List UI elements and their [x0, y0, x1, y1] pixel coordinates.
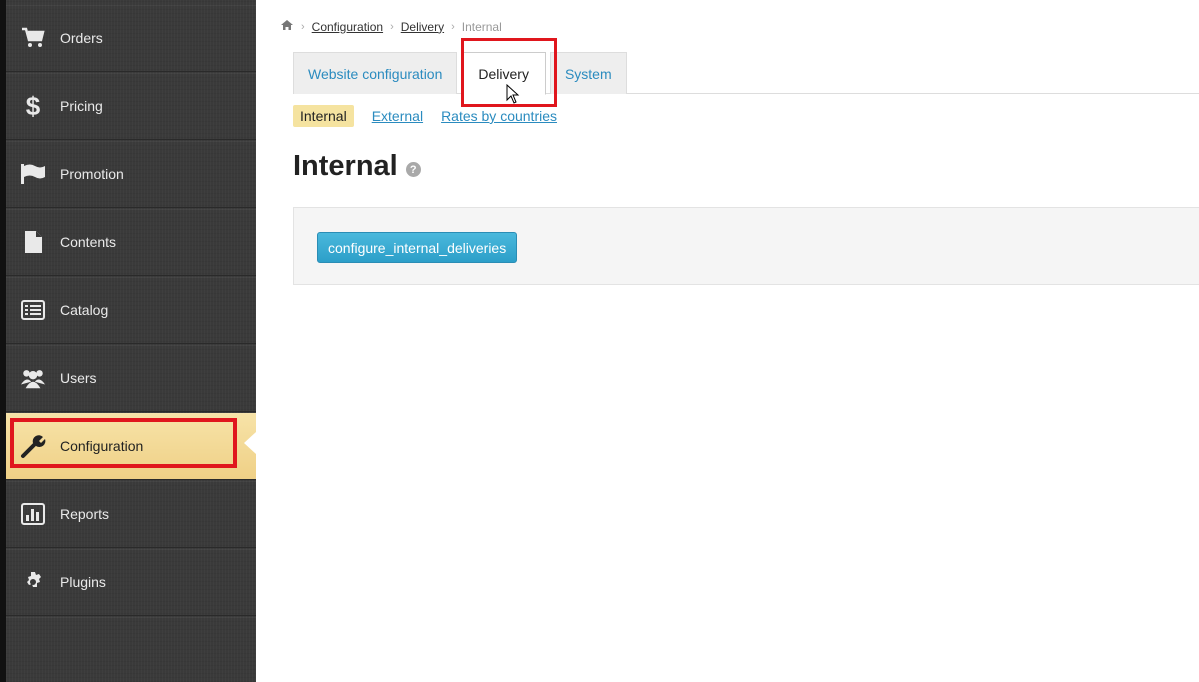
page-title: Internal [293, 150, 398, 182]
configure-internal-deliveries-button[interactable]: configure_internal_deliveries [317, 232, 518, 263]
sidebar-item-label: Promotion [60, 166, 124, 182]
sidebar-item-label: Plugins [60, 574, 106, 590]
gear-icon [20, 569, 46, 595]
sidebar-item-reports[interactable]: Reports [6, 481, 256, 548]
sidebar: Orders $ Pricing Promotion Contents Cata… [0, 0, 256, 682]
subtabs: Internal External Rates by countries [293, 105, 557, 127]
tab-system[interactable]: System [549, 52, 627, 94]
flag-icon [20, 161, 46, 187]
sidebar-item-label: Configuration [60, 438, 144, 454]
sidebar-item-label: Users [60, 370, 97, 386]
sidebar-item-label: Catalog [60, 302, 109, 318]
tabs: Website configuration Delivery System [293, 52, 627, 95]
list-icon [20, 297, 46, 323]
sidebar-item-label: Contents [60, 234, 117, 250]
chart-icon [20, 501, 46, 527]
sidebar-item-label: Reports [60, 506, 110, 522]
sidebar-empty-slot [6, 617, 256, 682]
breadcrumb-delivery[interactable]: Delivery [401, 20, 444, 34]
breadcrumb-separator: › [390, 20, 394, 33]
sidebar-item-promotion[interactable]: Promotion [6, 141, 256, 208]
cart-icon [20, 25, 46, 51]
breadcrumb-current: Internal [461, 19, 502, 34]
sidebar-item-orders[interactable]: Orders [6, 5, 256, 72]
help-icon[interactable]: ? [405, 162, 421, 177]
breadcrumb-separator: › [451, 20, 455, 33]
subtab-external[interactable]: External [372, 108, 423, 124]
sidebar-item-pricing[interactable]: $ Pricing [6, 73, 256, 140]
users-icon [20, 365, 46, 391]
sidebar-item-configuration[interactable]: Configuration [6, 413, 256, 480]
page-title-row: Internal ? [293, 150, 421, 183]
sidebar-item-plugins[interactable]: Plugins [6, 549, 256, 616]
tab-delivery[interactable]: Delivery [461, 52, 546, 95]
sidebar-item-users[interactable]: Users [6, 345, 256, 412]
sidebar-item-label: Orders [60, 30, 103, 46]
sidebar-item-catalog[interactable]: Catalog [6, 277, 256, 344]
subtab-rates-by-countries[interactable]: Rates by countries [441, 108, 557, 124]
active-indicator-arrow [244, 432, 256, 454]
breadcrumb-configuration[interactable]: Configuration [312, 20, 383, 34]
breadcrumb-separator: › [301, 20, 305, 33]
actions-panel: configure_internal_deliveries [293, 207, 1199, 285]
tab-website-configuration[interactable]: Website configuration [293, 52, 458, 94]
sidebar-item-contents[interactable]: Contents [6, 209, 256, 276]
home-icon[interactable] [280, 19, 294, 34]
subtab-internal[interactable]: Internal [293, 105, 354, 127]
file-icon [20, 229, 46, 255]
main-content: › Configuration › Delivery › Internal We… [256, 0, 1199, 682]
dollar-icon: $ [25, 90, 41, 121]
sidebar-item-label: Pricing [60, 98, 103, 114]
breadcrumb: › Configuration › Delivery › Internal [280, 19, 502, 34]
wrench-icon [20, 433, 46, 459]
